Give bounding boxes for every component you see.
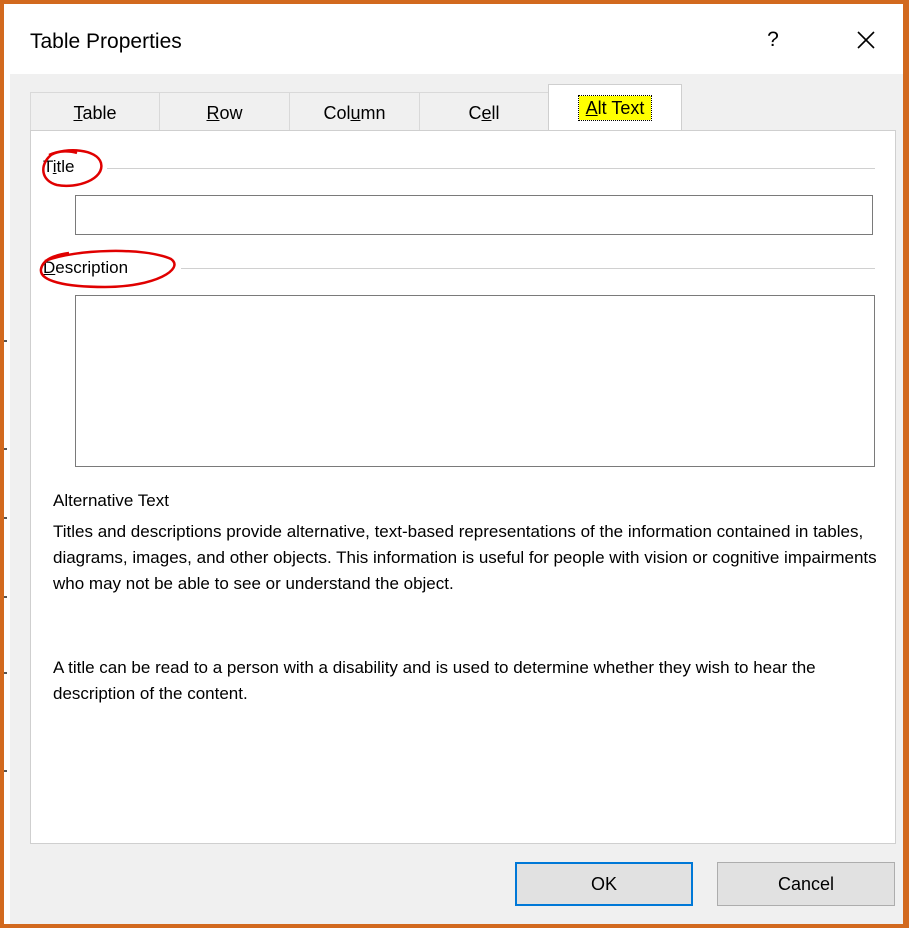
alternative-text-heading: Alternative Text [53,491,169,510]
outer-frame-left [0,0,4,928]
tab-alt-text-highlight: Alt Text [577,95,653,121]
title-group-divider [107,168,875,169]
help-button[interactable]: ? [758,22,788,58]
tab-alt-text-access-key: A [585,98,598,118]
tab-alt-text-label: lt Text [597,98,645,118]
description-annotation-circle [39,249,176,289]
outer-frame-right [903,0,909,928]
tab-row[interactable]: Row [159,92,290,131]
tab-table[interactable]: Table [30,92,160,131]
tab-column-access-key: u [350,103,361,123]
tab-column-label-pre: Col [323,103,351,123]
title-annotation-circle [42,149,103,188]
close-button[interactable] [848,22,884,58]
title-input[interactable] [75,195,873,235]
tab-row-access-key: R [206,103,220,123]
table-properties-dialog: Table Properties ? Table Row Column Cell… [10,6,903,924]
description-input[interactable] [75,295,875,467]
tab-cell[interactable]: Cell [419,92,549,131]
title-bar: Table Properties ? [10,6,903,74]
outer-frame-top [0,0,909,4]
alternative-text-paragraph-2: A title can be read to a person with a d… [53,658,816,703]
tab-alt-text[interactable]: Alt Text [548,84,682,131]
alt-text-panel: Title Description Alternative Text Title… [30,130,896,844]
ok-button[interactable]: OK [515,862,693,906]
tab-cell-label: ll [491,103,500,123]
description-group-divider [181,268,875,269]
dialog-title: Table Properties [30,30,182,53]
tab-cell-label-pre: C [468,103,482,123]
close-icon [857,31,875,49]
tab-row-label: ow [219,103,243,123]
tab-cell-access-key: e [481,103,492,123]
outer-frame-bottom [0,924,909,928]
tab-column[interactable]: Column [289,92,420,131]
tab-column-label: mn [360,103,386,123]
cancel-button[interactable]: Cancel [717,862,895,906]
tab-table-label: able [82,103,117,123]
alternative-text-paragraph-1: Titles and descriptions provide alternat… [53,522,877,593]
